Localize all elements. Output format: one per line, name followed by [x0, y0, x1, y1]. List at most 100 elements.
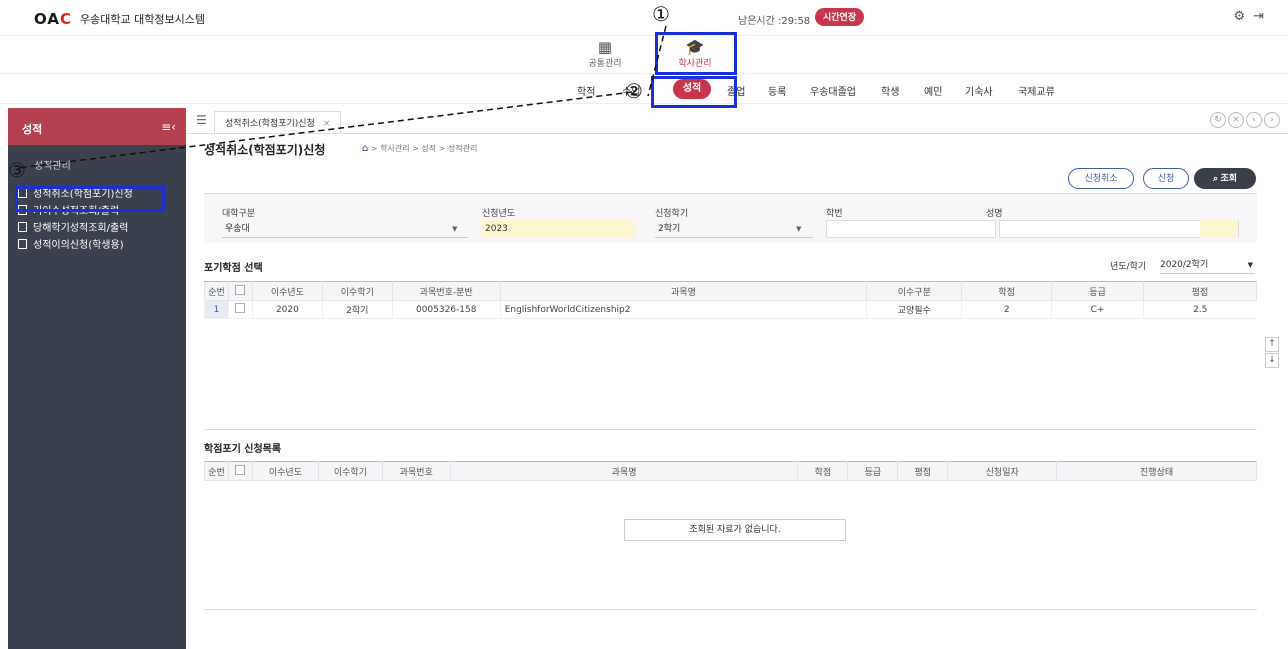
search-icon: ⌕	[1212, 173, 1218, 183]
menu-icon[interactable]: ☰	[196, 113, 207, 127]
submenu-item[interactable]: 예민	[924, 83, 942, 98]
col-header: 등급	[1051, 281, 1145, 301]
year-term-value: 2020/2학기	[1160, 260, 1209, 270]
top-bar: OAC 우송대학교 대학정보시스템 남은시간 :29:58 시간연장 ⚙ ⇥	[0, 0, 1288, 36]
sidebar-header: 성적 ≡‹	[8, 108, 186, 145]
univ-select[interactable]: 우송대	[222, 220, 468, 238]
student-id-label: 학번	[826, 209, 843, 219]
gear-icon[interactable]: ⚙	[1233, 9, 1245, 24]
module-label: 공통관리	[588, 59, 622, 69]
col-header: 이수년도	[251, 461, 319, 481]
cell-no: 1	[204, 300, 229, 319]
section-title-requests: 학점포기 신청목록	[204, 444, 282, 455]
col-header: 학점	[797, 461, 849, 481]
cell-code: 0005326-158	[391, 300, 501, 319]
extend-time-button[interactable]: 시간연장	[815, 8, 865, 26]
submenu-item[interactable]: 학생	[881, 83, 899, 98]
grid-icon: ▦	[597, 38, 613, 56]
submenu-item[interactable]: 국제교류	[1018, 83, 1055, 98]
close-all-icon[interactable]: ×	[1228, 112, 1244, 128]
cell-kind: 교양필수	[866, 300, 962, 319]
sidebar-title: 성적	[22, 123, 43, 136]
col-header: 진행상태	[1056, 461, 1257, 481]
marker-3: ③	[8, 158, 26, 182]
marker-1: ①	[652, 2, 670, 26]
select-all-checkbox[interactable]	[227, 281, 253, 301]
next-icon[interactable]: ›	[1264, 112, 1280, 128]
document-icon	[18, 239, 27, 249]
col-header: 순번	[204, 281, 229, 301]
sidebar-group[interactable]: 성적관리	[8, 145, 186, 182]
cell-credit: 2	[961, 300, 1052, 319]
sidebar-item-label: 성적이의신청(학생용)	[33, 240, 124, 251]
student-id-input[interactable]	[826, 220, 996, 238]
sub-menu: 학적 수업 성적 졸업 등록 우송대졸업 학생 예민 기숙사 국제교류	[0, 76, 1288, 104]
year-term-label: 년도/학기	[1110, 262, 1147, 272]
logout-icon[interactable]: ⇥	[1253, 9, 1264, 24]
highlight-box-3	[15, 186, 165, 212]
year-term-select[interactable]: 2020/2학기 ▼	[1160, 257, 1255, 274]
table-requests: 순번 이수년도 이수학기 과목번호 과목명 학점 등급 평점 신청일자 진행상태	[204, 461, 1257, 481]
close-icon[interactable]: ×	[323, 119, 331, 129]
cell-course-name: EnglishforWorldCitizenship2	[499, 300, 867, 319]
submenu-item[interactable]: 등록	[768, 83, 786, 98]
page-title: 성적취소(학점포기)신청	[204, 143, 326, 157]
refresh-icon[interactable]: ↻	[1210, 112, 1226, 128]
col-header: 학점	[961, 281, 1053, 301]
chevron-down-icon: ▼	[452, 225, 458, 233]
breadcrumb: ⌂ > 학사관리 > 성적 > 성적관리	[362, 143, 477, 154]
highlight-box-1	[655, 32, 737, 75]
app-title: 우송대학교 대학정보시스템	[80, 13, 205, 26]
univ-label: 대학구분	[222, 209, 256, 219]
module-common[interactable]: ▦ 공통관리	[570, 38, 640, 69]
logo: OAC	[34, 10, 72, 28]
row-move-buttons: ↑ ↓	[1265, 337, 1279, 369]
tab-grade-cancel[interactable]: 성적취소(학점포기)신청 ×	[214, 111, 342, 133]
year-label: 신청년도	[482, 209, 516, 219]
col-header: 평점	[897, 461, 949, 481]
tab-controls: ↻ × ‹ ›	[1208, 112, 1280, 128]
select-all-checkbox[interactable]	[227, 461, 253, 481]
top-icons: ⚙ ⇥	[1225, 9, 1264, 24]
prev-icon[interactable]: ‹	[1246, 112, 1262, 128]
search-button[interactable]: ⌕ 조회	[1194, 168, 1256, 189]
submenu-item[interactable]: 학적	[577, 83, 595, 98]
submenu-item[interactable]: 우송대졸업	[810, 83, 856, 98]
section-title-select: 포기학점 선택	[204, 263, 263, 274]
cancel-request-button[interactable]: 신청취소	[1068, 168, 1134, 189]
sidebar-item-current-grades[interactable]: 당해학기성적조회/출력	[8, 220, 186, 237]
empty-message: 조회된 자료가 없습니다.	[624, 519, 846, 541]
cell-grade: C+	[1051, 300, 1144, 319]
arrow-down-icon[interactable]: ↓	[1265, 353, 1279, 368]
row-checkbox[interactable]	[227, 300, 253, 319]
col-header: 과목명	[499, 281, 868, 301]
sidebar-item-grade-appeal[interactable]: 성적이의신청(학생용)	[8, 237, 186, 254]
home-icon[interactable]: ⌂	[362, 143, 368, 154]
col-header: 이수구분	[866, 281, 963, 301]
marker-2: ②	[625, 79, 643, 103]
col-header: 이수년도	[251, 281, 323, 301]
tab-label: 성적취소(학점포기)신청	[225, 119, 315, 129]
table-select: 순번 이수년도 이수학기 과목번호-분반 과목명 이수구분 학점 등급 평점 1…	[204, 281, 1257, 319]
col-header: 과목번호-분반	[391, 281, 501, 301]
cell-term: 2학기	[321, 300, 393, 319]
filter-panel: 대학구분 우송대 ▼ 신청년도 2023 신청학기 2학기 ▼ 학번 성명	[204, 193, 1257, 243]
arrow-up-icon[interactable]: ↑	[1265, 337, 1279, 352]
breadcrumb-path: > 학사관리 > 성적 > 성적관리	[370, 144, 478, 153]
tab-bar: ☰ 성적취소(학점포기)신청 × ↻ × ‹ ›	[186, 108, 1288, 134]
cell-point: 2.5	[1143, 300, 1257, 319]
col-header: 순번	[204, 461, 229, 481]
name-label: 성명	[986, 209, 1003, 219]
apply-button[interactable]: 신청	[1143, 168, 1189, 189]
term-label: 신청학기	[655, 209, 689, 219]
col-header: 등급	[847, 461, 899, 481]
collapse-icon[interactable]: ≡‹	[161, 120, 176, 134]
col-header: 이수학기	[321, 281, 393, 301]
col-header: 과목명	[449, 461, 799, 481]
submenu-item[interactable]: 기숙사	[965, 83, 993, 98]
table-row[interactable]: 1 2020 2학기 0005326-158 EnglishforWorldCi…	[204, 300, 1257, 319]
module-menu: ▦ 공통관리 🎓 학사관리	[0, 36, 1288, 74]
term-select[interactable]: 2학기	[655, 220, 813, 238]
year-input[interactable]: 2023	[482, 220, 636, 238]
highlight-box-2	[651, 76, 737, 108]
